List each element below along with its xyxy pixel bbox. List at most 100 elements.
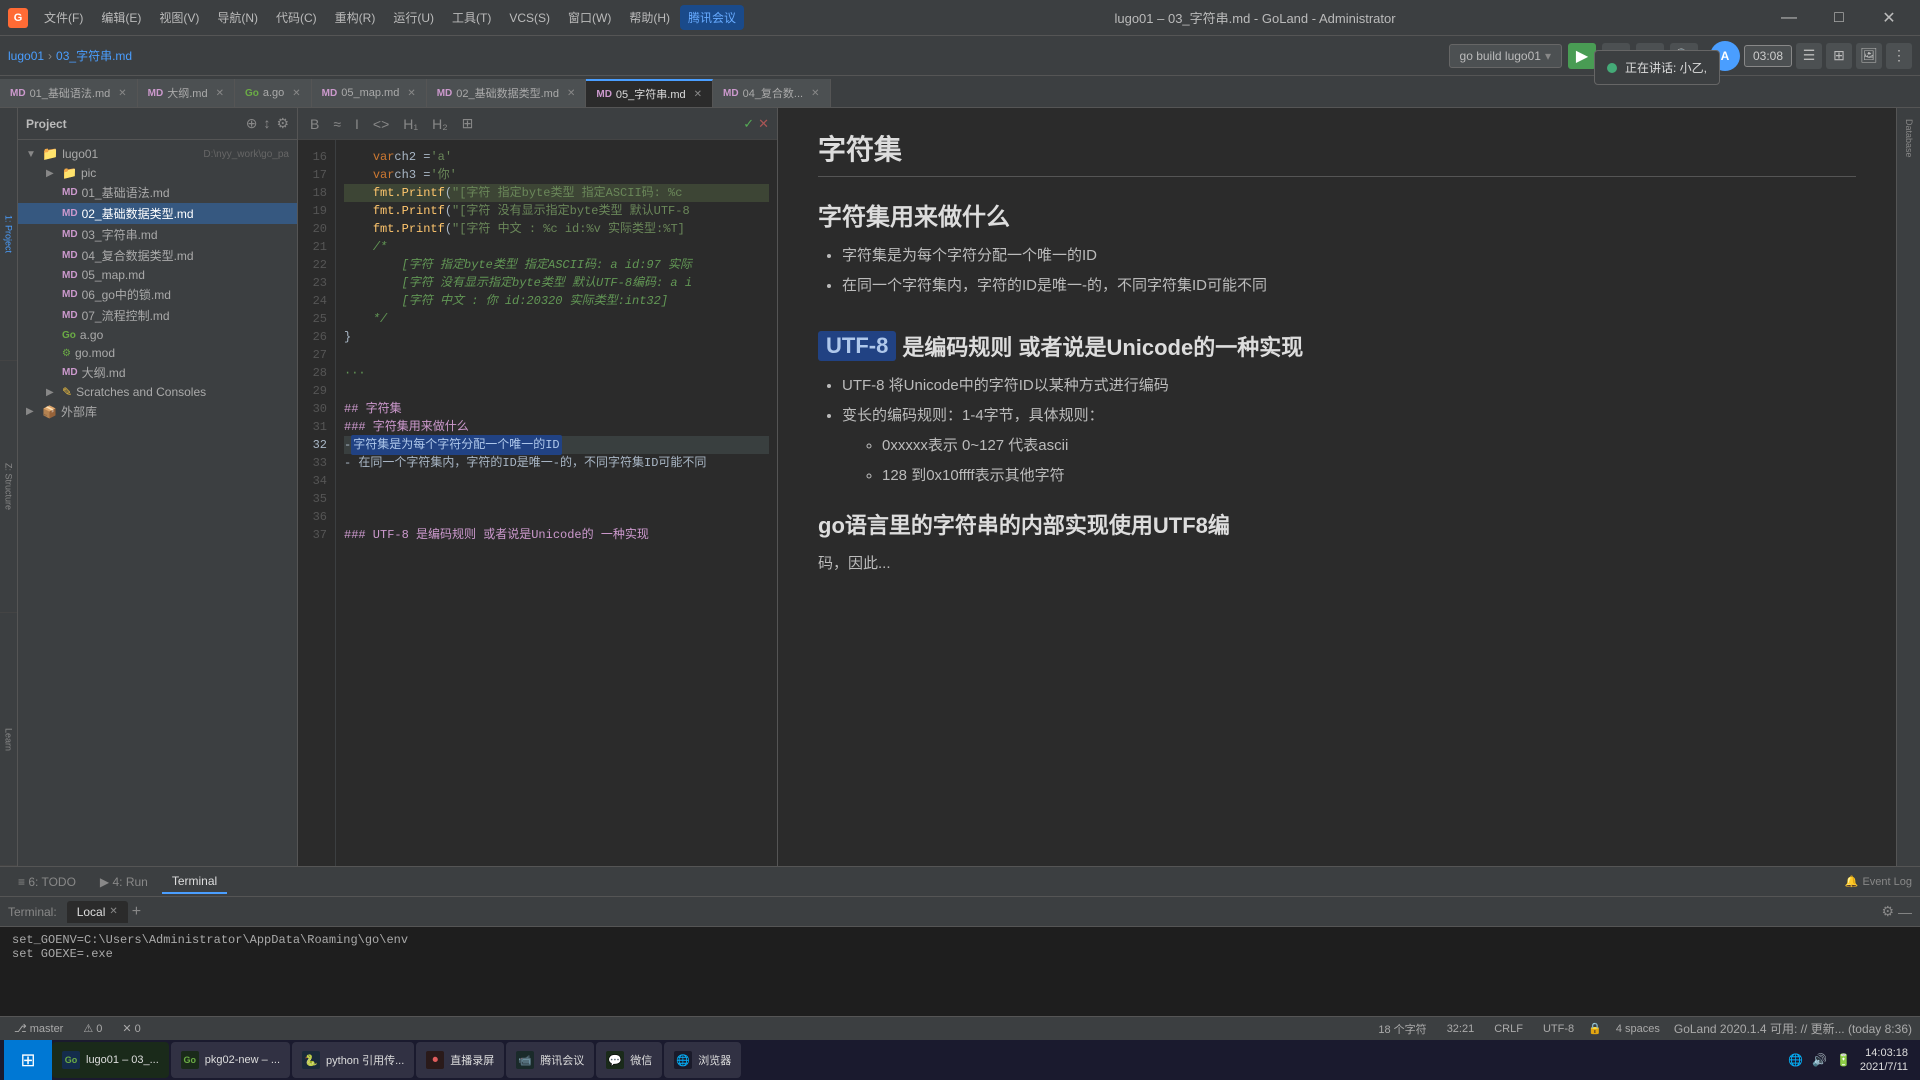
accept-icon[interactable]: ✓ (743, 116, 754, 132)
database-tab-button[interactable]: Database (1897, 108, 1920, 168)
code-button[interactable]: <> (369, 114, 393, 134)
list-view-button[interactable]: ☰ (1796, 43, 1822, 69)
tab-outline[interactable]: MD 大纲.md ✕ (138, 79, 235, 107)
terminal-add-button[interactable]: + (132, 903, 141, 921)
bottom-tab-todo[interactable]: ≡ 6: TODO (8, 871, 86, 893)
bottom-section: ≡ 6: TODO ▶ 4: Run Terminal 🔔 Event Log … (0, 866, 1920, 1040)
tree-file-a-go[interactable]: Go a.go (18, 326, 297, 344)
tab-03-string[interactable]: MD 05_字符串.md ✕ (586, 79, 713, 107)
new-file-button[interactable]: ⊕ (246, 115, 258, 132)
taskbar-item-record[interactable]: ⏺ 直播录屏 (416, 1042, 504, 1078)
tab-close-btn[interactable]: ✕ (567, 88, 575, 99)
menu-file[interactable]: 文件(F) (36, 5, 91, 30)
menu-run[interactable]: 运行(U) (385, 5, 442, 30)
tencent-meeting-btn[interactable]: 腾讯会议 (680, 5, 744, 30)
tree-file-06-lock[interactable]: MD 06_go中的锁.md (18, 284, 297, 305)
tree-file-outline[interactable]: MD 大纲.md (18, 362, 297, 383)
event-log-button[interactable]: 🔔 Event Log (1845, 875, 1912, 888)
tray-sound-icon[interactable]: 🔊 (1810, 1050, 1830, 1070)
tab-a-go[interactable]: Go a.go ✕ (235, 79, 312, 107)
panel-tab-learn[interactable]: Learn (0, 613, 17, 866)
tree-file-02-basics[interactable]: MD 02_基础数据类型.md (18, 203, 297, 224)
image-view-button[interactable]: 🖼 (1856, 43, 1882, 69)
status-errors[interactable]: ✕ 0 (116, 1020, 146, 1037)
menu-help[interactable]: 帮助(H) (621, 5, 678, 30)
tab-close-btn[interactable]: ✕ (811, 88, 819, 99)
tree-file-go-mod[interactable]: ⚙ go.mod (18, 344, 297, 362)
taskbar-item-goland[interactable]: Go lugo01 – 03_... (52, 1042, 169, 1078)
status-line-ending[interactable]: CRLF (1488, 1021, 1529, 1037)
close-button[interactable]: ✕ (1866, 0, 1912, 36)
status-warnings[interactable]: ⚠ 0 (77, 1020, 108, 1037)
settings-gear-icon[interactable]: ⚙ (276, 115, 289, 132)
menu-vcs[interactable]: VCS(S) (501, 7, 558, 29)
build-button[interactable]: go build lugo01 ▾ (1449, 44, 1562, 68)
minimize-button[interactable]: — (1766, 0, 1812, 36)
tab-04-complex[interactable]: MD 04_复合数... ✕ (713, 79, 830, 107)
panel-tab-structure[interactable]: Z: Structure (0, 361, 17, 614)
start-button[interactable]: ⊞ (4, 1040, 52, 1080)
heading2-button[interactable]: H₂ (428, 114, 452, 134)
bottom-tab-run[interactable]: ▶ 4: Run (90, 871, 158, 893)
run-button[interactable]: ▶ (1568, 43, 1596, 69)
status-encoding[interactable]: UTF-8 (1537, 1021, 1580, 1037)
tree-root-project[interactable]: ▼ 📁 lugo01 D:\nyy_work\go_pa (18, 144, 297, 164)
taskbar-item-python[interactable]: 🐍 python 引用传... (292, 1042, 414, 1078)
italic-button[interactable]: I (351, 114, 363, 134)
tab-close-btn[interactable]: ✕ (118, 88, 126, 99)
status-indent[interactable]: 4 spaces (1610, 1021, 1666, 1037)
table-button[interactable]: ⊞ (458, 113, 478, 134)
tree-file-01-basics[interactable]: MD 01_基础语法.md (18, 182, 297, 203)
taskbar-item-meeting[interactable]: 📹 腾讯会议 (506, 1042, 594, 1078)
terminal-tab-close[interactable]: ✕ (109, 906, 117, 917)
grid-view-button[interactable]: ⊞ (1826, 43, 1852, 69)
menu-window[interactable]: 窗口(W) (560, 5, 619, 30)
maximize-button[interactable]: □ (1816, 0, 1862, 36)
bottom-tab-terminal[interactable]: Terminal (162, 870, 227, 894)
reject-icon[interactable]: ✕ (758, 116, 769, 132)
tray-battery-icon[interactable]: 🔋 (1834, 1050, 1854, 1070)
tab-01-basics[interactable]: MD 01_基础语法.md ✕ (0, 79, 138, 107)
terminal-tab-local[interactable]: Local ✕ (67, 901, 128, 923)
menu-edit[interactable]: 编辑(E) (93, 5, 149, 30)
heading1-button[interactable]: H₁ (399, 114, 422, 134)
taskbar-item-browser[interactable]: 🌐 浏览器 (664, 1042, 741, 1078)
terminal-settings-button[interactable]: ⚙ (1881, 903, 1894, 920)
terminal-content-area[interactable]: set_GOENV=C:\Users\Administrator\AppData… (0, 927, 1920, 1016)
menu-code[interactable]: 代码(C) (268, 5, 325, 30)
tree-external-libs[interactable]: ▶ 📦 外部库 (18, 401, 297, 422)
breadcrumb-project[interactable]: lugo01 (8, 49, 44, 63)
tree-file-04-complex[interactable]: MD 04_复合数据类型.md (18, 245, 297, 266)
strikethrough-button[interactable]: ≈ (329, 114, 345, 134)
system-clock[interactable]: 14:03:18 2021/7/11 (1860, 1046, 1908, 1075)
bold-button[interactable]: B (306, 114, 323, 134)
tree-scratches[interactable]: ▶ ✎ Scratches and Consoles (18, 383, 297, 401)
menu-refactor[interactable]: 重构(R) (327, 5, 384, 30)
tab-close-btn[interactable]: ✕ (407, 88, 415, 99)
tab-close-btn[interactable]: ✕ (292, 88, 300, 99)
terminal-minimize-button[interactable]: — (1898, 904, 1912, 920)
menu-view[interactable]: 视图(V) (151, 5, 207, 30)
menu-tools[interactable]: 工具(T) (444, 5, 499, 30)
tab-close-btn[interactable]: ✕ (216, 88, 224, 99)
tab-05-map[interactable]: MD 05_map.md ✕ (312, 79, 427, 107)
collapse-all-button[interactable]: ↕ (263, 115, 270, 132)
tab-02-basics[interactable]: MD 02_基础数据类型.md ✕ (427, 79, 587, 107)
tray-network-icon[interactable]: 🌐 (1786, 1050, 1806, 1070)
tree-file-07-flow[interactable]: MD 07_流程控制.md (18, 305, 297, 326)
taskbar-item-wechat[interactable]: 💬 微信 (596, 1042, 662, 1078)
tree-file-05-map[interactable]: MD 05_map.md (18, 266, 297, 284)
tree-file-03-string[interactable]: MD 03_字符串.md (18, 224, 297, 245)
taskbar-item-goland2[interactable]: Go pkg02-new – ... (171, 1042, 290, 1078)
status-branch[interactable]: ⎇ master (8, 1020, 69, 1037)
tree-folder-pic[interactable]: ▶ 📁 pic (18, 164, 297, 182)
status-position[interactable]: 32:21 (1441, 1021, 1481, 1037)
menu-navigate[interactable]: 导航(N) (209, 5, 266, 30)
editor-content-area[interactable]: 16 17 18 19 20 21 22 23 24 25 26 27 28 2… (298, 140, 777, 866)
tab-close-btn[interactable]: ✕ (694, 89, 702, 100)
status-char-count[interactable]: 18 个字符 (1372, 1019, 1432, 1039)
panel-tab-project[interactable]: 1: Project (0, 108, 17, 361)
breadcrumb-file[interactable]: 03_字符串.md (56, 47, 132, 64)
details-view-button[interactable]: ⋮ (1886, 43, 1912, 69)
code-content[interactable]: var ch2 = 'a' var ch3 = '你' fmt.Printf("… (336, 140, 777, 866)
